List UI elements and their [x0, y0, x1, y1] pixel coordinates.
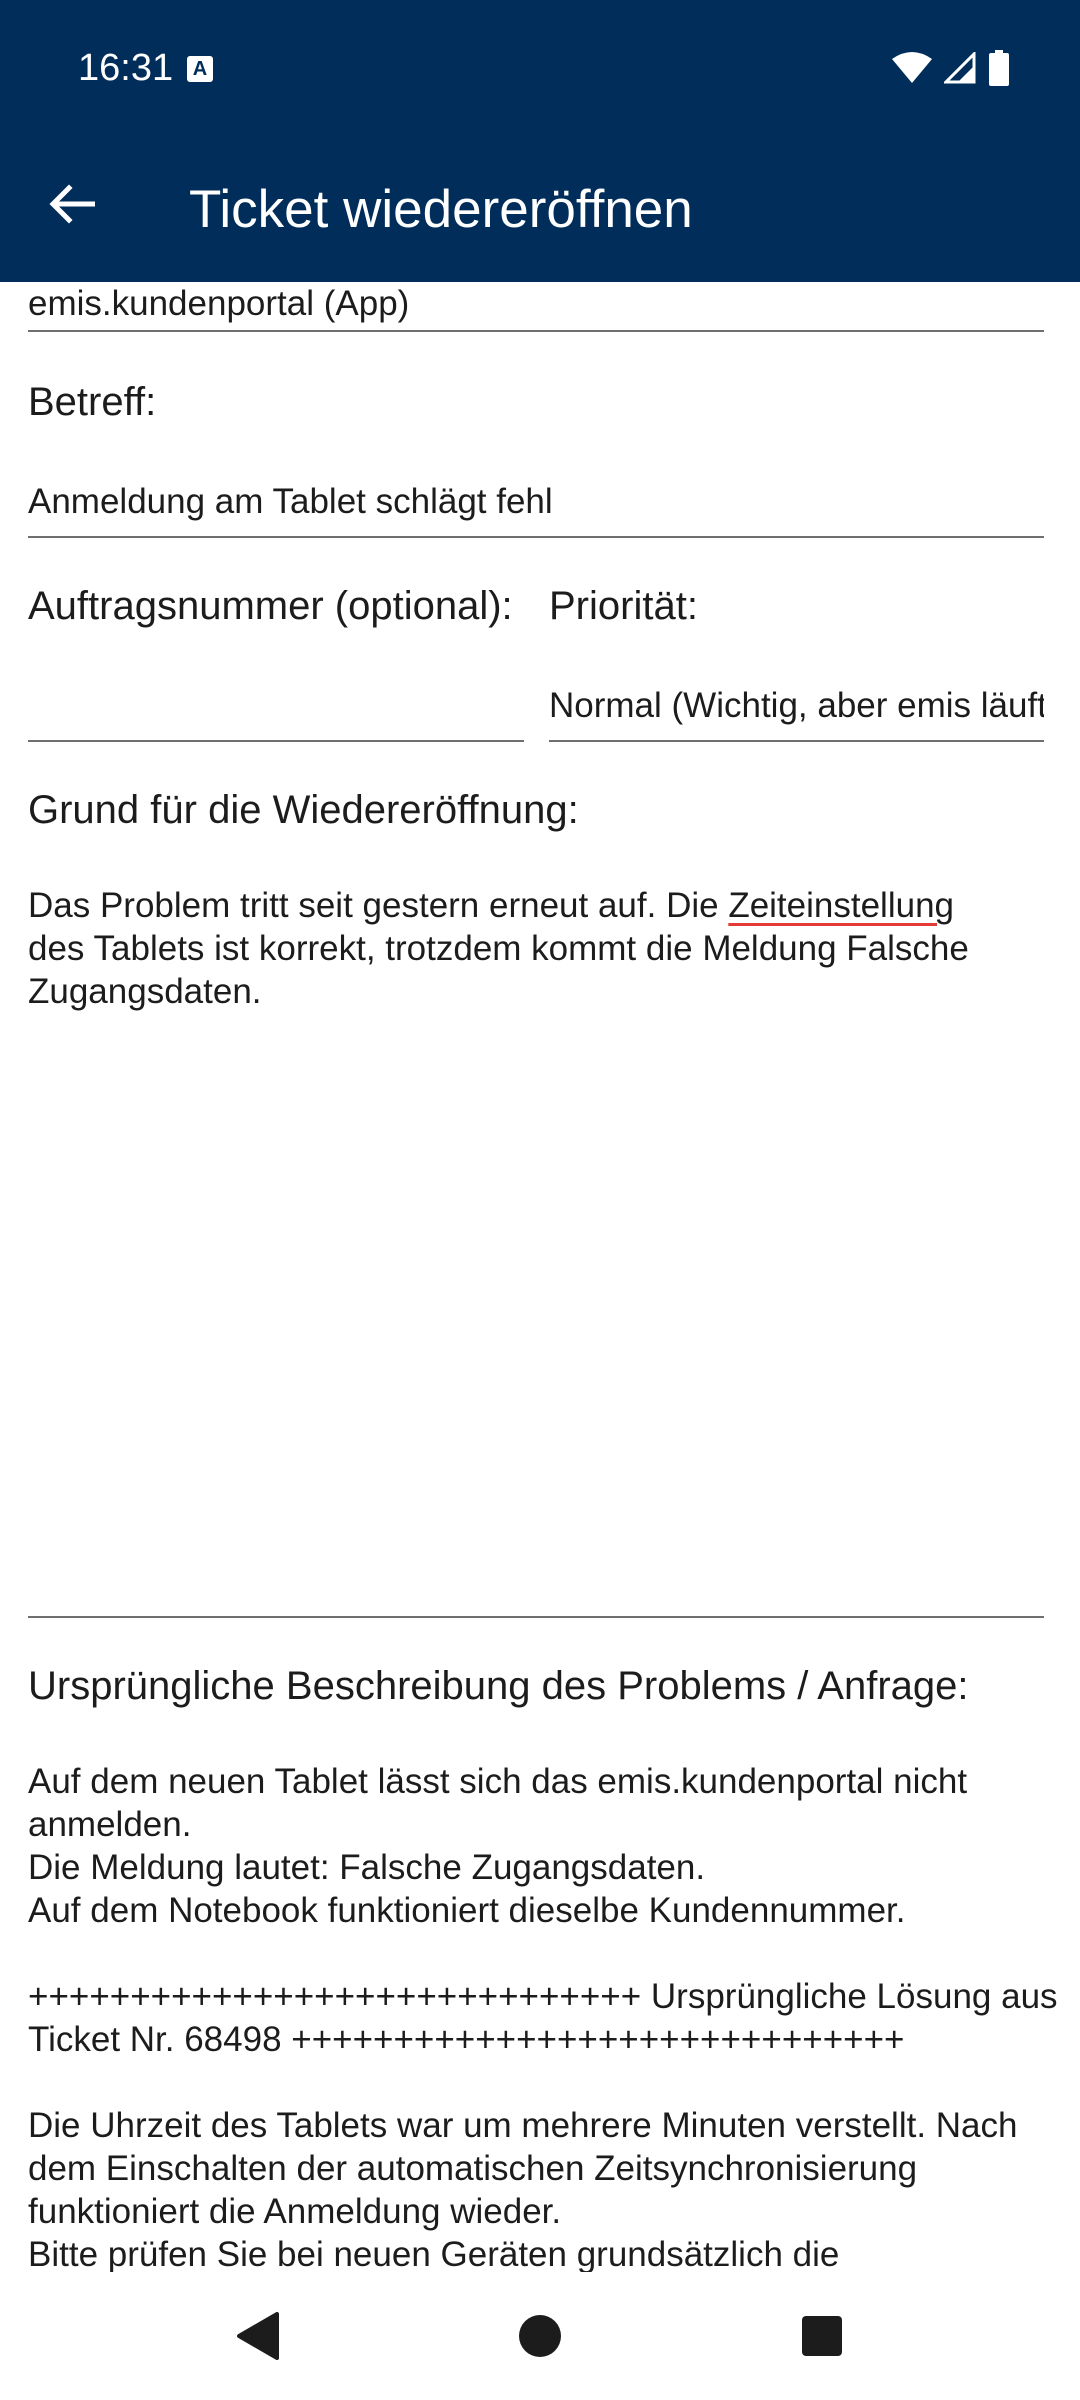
nav-home-icon — [519, 2315, 561, 2357]
product-field[interactable]: emis.kundenportal (App) — [28, 282, 1044, 326]
subject-label: Betreff: — [28, 380, 157, 424]
priority-label: Priorität: — [549, 584, 698, 628]
nav-back-icon — [237, 2312, 279, 2360]
order-number-label: Auftragsnummer (optional): — [28, 584, 513, 628]
nav-back-button[interactable] — [230, 2308, 286, 2364]
wifi-icon — [892, 52, 932, 83]
back-button[interactable] — [44, 176, 100, 232]
status-time: 16:31 — [78, 47, 174, 89]
cellular-signal-icon — [944, 52, 976, 84]
reason-underline — [28, 1616, 1044, 1618]
reason-label: Grund für die Wiedereröffnung: — [28, 788, 579, 832]
reason-text-start: Das Problem tritt seit gestern erneut au… — [28, 886, 729, 925]
priority-underline — [549, 740, 1044, 742]
order-number-underline — [28, 740, 524, 742]
nav-home-button[interactable] — [512, 2308, 568, 2364]
app-header: 16:31 A Ticket wiedereröffnen — [0, 0, 1080, 282]
battery-icon — [989, 50, 1009, 86]
reason-text-end: des Tablets ist korrekt, trotzdem kommt … — [28, 929, 969, 1011]
nav-recents-button[interactable] — [794, 2308, 850, 2364]
nav-recents-icon — [802, 2316, 842, 2356]
original-description-label: Ursprüngliche Beschreibung des Problems … — [28, 1664, 969, 1708]
arrow-back-icon — [49, 184, 95, 224]
product-field-underline — [28, 330, 1044, 332]
original-description-text: Auf dem neuen Tablet lässt sich das emis… — [28, 1762, 1058, 2272]
reason-textarea[interactable]: Das Problem tritt seit gestern erneut au… — [28, 884, 1058, 1382]
ticket-form: emis.kundenportal (App) Betreff: Anmeldu… — [0, 282, 1080, 2272]
system-navigation-bar — [0, 2272, 1080, 2400]
subject-input[interactable]: Anmeldung am Tablet schlägt fehl — [28, 480, 1044, 524]
priority-select[interactable]: Normal (Wichtig, aber emis läuft) — [549, 684, 1044, 728]
status-bar: 16:31 A — [0, 0, 1080, 136]
spellcheck-word[interactable]: Zeiteinstellung — [728, 886, 954, 925]
page-title: Ticket wiedereröffnen — [189, 180, 693, 239]
system-icons — [892, 50, 1010, 86]
subject-underline — [28, 536, 1044, 538]
notification-a-icon: A — [187, 56, 213, 82]
